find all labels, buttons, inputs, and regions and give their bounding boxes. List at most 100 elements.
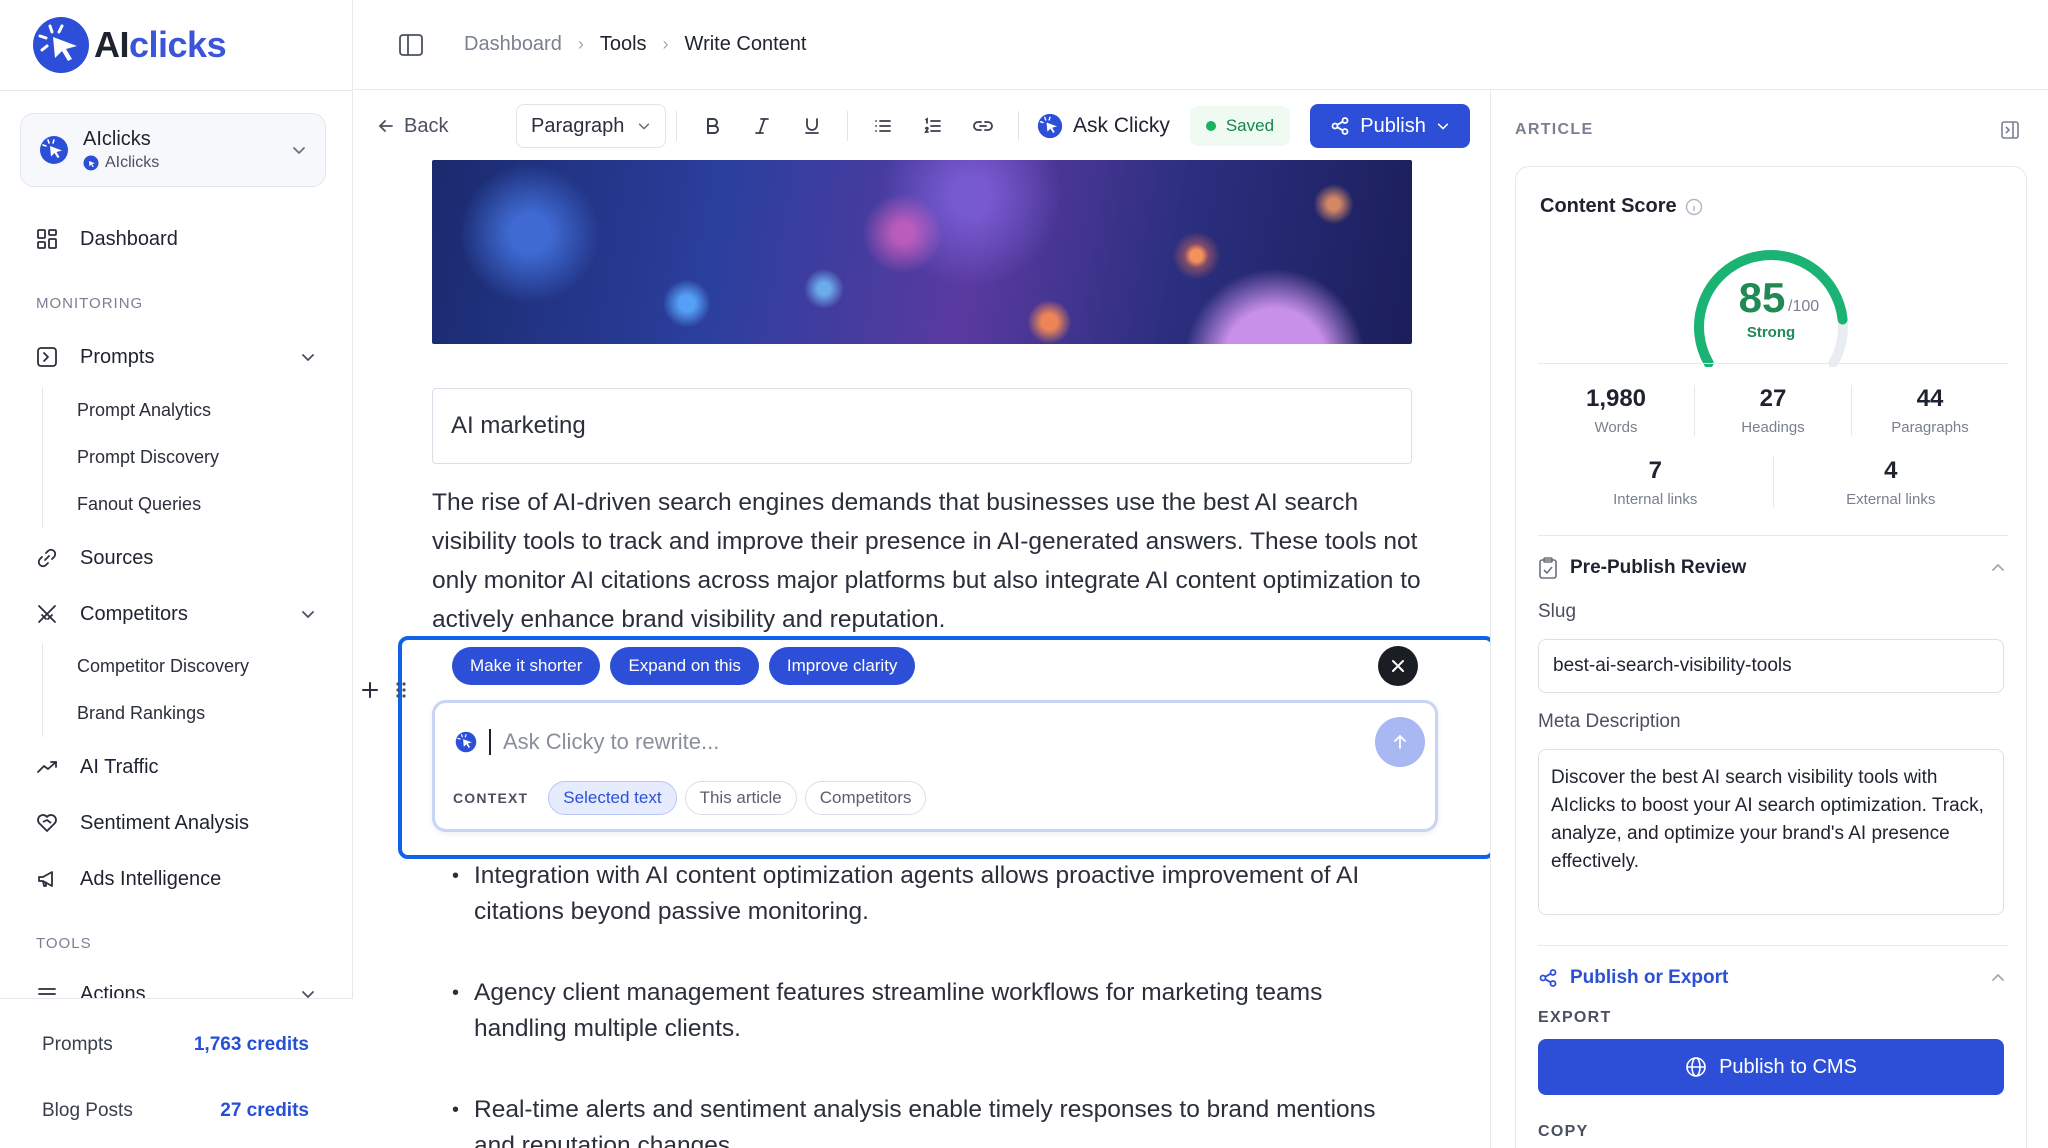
- bold-button[interactable]: [687, 104, 737, 148]
- app-logo[interactable]: AI clicks: [32, 15, 227, 75]
- workspace-logo-icon: [40, 136, 68, 164]
- publish-export-header[interactable]: Publish or Export: [1538, 967, 2006, 989]
- link-button[interactable]: [958, 104, 1008, 148]
- bold-icon: [707, 118, 719, 134]
- collapse-panel-icon[interactable]: [2000, 120, 2020, 140]
- slug-field[interactable]: best-ai-search-visibility-tools: [1538, 639, 2004, 693]
- stat-external-links: 4 External links: [1772, 457, 2009, 508]
- heart-handshake-icon: [37, 814, 57, 832]
- bullet-list: Integration with AI content optimization…: [452, 858, 1412, 930]
- slug-label: Slug: [1538, 601, 1577, 622]
- pre-publish-review-title: Pre-Publish Review: [1570, 557, 1747, 578]
- slug-value: best-ai-search-visibility-tools: [1553, 655, 1792, 676]
- link-icon: [973, 121, 993, 131]
- list-item[interactable]: Real-time alerts and sentiment analysis …: [452, 1092, 1412, 1148]
- bullet-list-button[interactable]: [858, 104, 908, 148]
- share-icon: [1331, 117, 1349, 135]
- list-item[interactable]: Integration with AI content optimization…: [452, 858, 1412, 930]
- add-block-icon[interactable]: [360, 680, 380, 700]
- nav-brand-rankings[interactable]: Brand Rankings: [43, 690, 313, 737]
- italic-button[interactable]: [737, 104, 787, 148]
- block-type-select[interactable]: Paragraph: [516, 104, 666, 148]
- breadcrumb-separator-icon: ›: [577, 34, 584, 54]
- nav-sources[interactable]: Sources: [36, 540, 316, 576]
- publish-button[interactable]: Publish: [1310, 104, 1471, 148]
- clicky-logo-icon: [455, 731, 477, 753]
- nav-sentiment-analysis[interactable]: Sentiment Analysis: [36, 805, 316, 841]
- workspace-switcher[interactable]: AIclicks AIclicks: [20, 113, 326, 187]
- toolbar-divider: [847, 111, 848, 141]
- publish-to-cms-button[interactable]: Publish to CMS: [1538, 1039, 2004, 1095]
- send-button[interactable]: [1375, 717, 1425, 767]
- copy-label: COPY: [1538, 1123, 1589, 1140]
- nav-ai-traffic[interactable]: AI Traffic: [36, 749, 316, 785]
- megaphone-icon: [38, 871, 53, 887]
- ai-prompt-input[interactable]: Ask Clicky to rewrite...: [503, 729, 719, 755]
- divider: [1538, 945, 2008, 946]
- expand-chip[interactable]: Expand on this: [610, 647, 759, 685]
- meta-description-field[interactable]: Discover the best AI search visibility t…: [1538, 749, 2004, 915]
- breadcrumb-tools[interactable]: Tools: [600, 33, 647, 56]
- editor-toolbar: Back Paragraph Ask Clicky Saved Publish: [376, 103, 1471, 149]
- bullet-list: Real-time alerts and sentiment analysis …: [452, 1092, 1412, 1148]
- panel-header: ARTICLE: [1515, 121, 1594, 138]
- ask-clicky-button[interactable]: Ask Clicky: [1037, 113, 1170, 139]
- arrow-up-icon: [1394, 735, 1406, 749]
- chevron-down-icon: [638, 123, 650, 130]
- nav-dashboard[interactable]: Dashboard: [36, 221, 316, 257]
- credits-panel: Prompts 1,763 credits Blog Posts 27 cred…: [0, 998, 353, 1148]
- stat-internal-links: 7 Internal links: [1538, 457, 1773, 508]
- content-score-max: /100: [1788, 298, 1819, 315]
- drag-handle-icon[interactable]: [394, 680, 408, 700]
- prompts-icon: [37, 347, 57, 367]
- chevron-up-icon: [1992, 974, 2004, 981]
- bullet-list-icon: [875, 120, 891, 132]
- toolbar-divider: [1018, 111, 1019, 141]
- numbered-list-button[interactable]: [908, 104, 958, 148]
- nav-sentiment-analysis-label: Sentiment Analysis: [80, 811, 249, 834]
- stat-label: Headings: [1741, 419, 1805, 436]
- context-competitors-chip[interactable]: Competitors: [804, 781, 927, 815]
- article-panel: ARTICLE Content Score 85 /100 Strong 1,9…: [1490, 90, 2048, 1148]
- context-selected-text-chip[interactable]: Selected text: [548, 781, 677, 815]
- back-button[interactable]: Back: [376, 115, 516, 138]
- credits-label: Blog Posts: [42, 1100, 133, 1121]
- workspace-small-logo-icon: [83, 155, 99, 171]
- chevron-down-icon: [302, 611, 314, 618]
- sidebar: AI clicks AIclicks AIclicks Dashboard MON…: [0, 0, 353, 1148]
- stat-label: Internal links: [1613, 491, 1698, 508]
- nav-dashboard-label: Dashboard: [80, 227, 178, 250]
- section-monitoring-label: MONITORING: [36, 295, 144, 312]
- nav-competitors[interactable]: Competitors: [36, 596, 316, 632]
- chevron-down-icon: [293, 147, 305, 154]
- link-icon: [37, 548, 57, 568]
- close-popup-button[interactable]: [1378, 646, 1418, 686]
- breadcrumb-current: Write Content: [684, 33, 807, 55]
- list-item[interactable]: Agency client management features stream…: [452, 975, 1412, 1047]
- stat-label: Paragraphs: [1891, 419, 1969, 436]
- make-shorter-chip[interactable]: Make it shorter: [452, 647, 601, 685]
- divider: [1538, 363, 2008, 364]
- ai-prompt-box: Ask Clicky to rewrite... CONTEXT Selecte…: [432, 700, 1438, 832]
- nav-ads-intelligence-label: Ads Intelligence: [80, 867, 222, 890]
- content-score-gauge: 85 /100 Strong: [1694, 250, 1848, 367]
- keyword-field[interactable]: AI marketing: [432, 388, 1412, 464]
- intro-paragraph[interactable]: The rise of AI-driven search engines dem…: [432, 483, 1422, 639]
- underline-button[interactable]: [787, 104, 837, 148]
- context-this-article-chip[interactable]: This article: [684, 781, 797, 815]
- nav-prompts[interactable]: Prompts: [36, 339, 316, 375]
- pre-publish-review-header[interactable]: Pre-Publish Review: [1538, 557, 2006, 579]
- stat-value: 7: [1648, 457, 1662, 484]
- nav-competitor-discovery[interactable]: Competitor Discovery: [43, 643, 313, 690]
- keyword-value: AI marketing: [451, 412, 586, 439]
- improve-clarity-chip[interactable]: Improve clarity: [768, 647, 916, 685]
- breadcrumb-dashboard[interactable]: Dashboard: [464, 33, 562, 56]
- sidebar-toggle-icon[interactable]: [398, 33, 424, 57]
- nav-prompt-analytics[interactable]: Prompt Analytics: [43, 387, 313, 434]
- nav-fanout-queries[interactable]: Fanout Queries: [43, 481, 313, 528]
- credits-label: Prompts: [42, 1034, 113, 1055]
- article-hero-image[interactable]: [432, 160, 1412, 344]
- info-icon[interactable]: [1685, 198, 1703, 216]
- nav-ads-intelligence[interactable]: Ads Intelligence: [36, 861, 316, 897]
- nav-prompt-discovery[interactable]: Prompt Discovery: [43, 434, 313, 481]
